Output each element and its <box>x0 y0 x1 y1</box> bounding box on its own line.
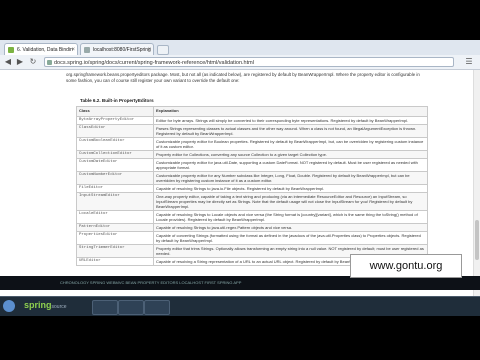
class-cell: PropertiesEditor <box>76 231 154 245</box>
explanation-cell: One-way property editor, capable of taki… <box>153 192 428 211</box>
page-favicon-icon <box>84 47 90 53</box>
explanation-cell: Capable of resolving Strings to java.uti… <box>153 223 428 232</box>
table-row: PropertiesEditor Capable of converting St… <box>76 231 428 245</box>
taskbar-item[interactable] <box>92 300 118 315</box>
class-cell: CustomCollectionEditor <box>76 150 154 159</box>
explanation-cell: Parses Strings representing classes to a… <box>153 124 428 138</box>
new-tab-button[interactable] <box>157 45 169 55</box>
close-icon[interactable]: × <box>71 44 75 55</box>
table-row: FileEditor Capable of resolving Strings t… <box>76 184 428 193</box>
page-info-icon <box>47 60 52 65</box>
table-caption: Table 6.2. Built-in PropertyEditors <box>80 98 154 103</box>
explanation-cell: Editor for byte arrays. Strings will sim… <box>153 116 428 125</box>
forward-icon[interactable]: ▶ <box>15 57 25 67</box>
wrench-menu-icon[interactable]: ☰ <box>464 57 474 67</box>
class-cell: StringTrimmerEditor <box>76 244 154 258</box>
table-row: ByteArrayPropertyEditor Editor for byte a… <box>76 116 428 125</box>
tab-strip: 6. Validation, Data Bindin × localhost:8… <box>0 40 480 56</box>
reload-icon[interactable]: ↻ <box>28 57 38 67</box>
address-text: docs.spring.io/spring/docs/current/sprin… <box>54 60 254 66</box>
logo-text: spring <box>24 300 52 310</box>
scrollbar-thumb[interactable] <box>475 220 479 260</box>
class-cell: InputStreamEditor <box>76 192 154 211</box>
table-row: CustomBooleanEditor Customizable property… <box>76 137 428 151</box>
class-cell: CustomDateEditor <box>76 158 154 172</box>
status-text: CHRONOLOGY SPRING WEBMVC BEAN PROPERTY E… <box>60 280 242 285</box>
table-row: CustomCollectionEditor Property editor fo… <box>76 150 428 159</box>
class-cell: LocaleEditor <box>76 210 154 224</box>
table-row: ClassEditor Parses Strings representing c… <box>76 124 428 138</box>
taskbar-item[interactable] <box>144 300 170 315</box>
class-cell: ByteArrayPropertyEditor <box>76 116 154 125</box>
class-cell: CustomBooleanEditor <box>76 137 154 151</box>
table-row: CustomNumberEditor Customizable property … <box>76 171 428 185</box>
start-button[interactable] <box>3 300 15 312</box>
spring-logo: springsource <box>24 300 67 310</box>
address-bar[interactable]: docs.spring.io/spring/docs/current/sprin… <box>44 57 454 67</box>
explanation-cell: Customizable property editor for any Num… <box>153 171 428 185</box>
table-body: ByteArrayPropertyEditor Editor for byte a… <box>76 116 428 266</box>
vertical-scrollbar[interactable] <box>473 70 480 296</box>
explanation-cell: Capable of resolving Strings to Locale o… <box>153 210 428 224</box>
back-icon[interactable]: ◀ <box>3 57 13 67</box>
property-editors-table: Class Explanation ByteArrayPropertyEdito… <box>76 106 428 266</box>
table-row: InputStreamEditor One-way property editor… <box>76 192 428 211</box>
explanation-cell: Property editor for Collections, convert… <box>153 150 428 159</box>
explanation-cell: Customizable property editor for Boolean… <box>153 137 428 151</box>
tab-localhost[interactable]: localhost:8080/FirstSpring × <box>80 43 154 55</box>
class-cell: PatternEditor <box>76 223 154 232</box>
table-row: LocaleEditor Capable of resolving Strings… <box>76 210 428 224</box>
explanation-cell: Capable of converting Strings (formatted… <box>153 231 428 245</box>
tab-label: localhost:8080/FirstSpring <box>93 47 151 53</box>
class-cell: FileEditor <box>76 184 154 193</box>
close-icon[interactable]: × <box>147 44 151 55</box>
browser-toolbar: ◀ ▶ ↻ docs.spring.io/spring/docs/current… <box>0 55 480 70</box>
video-status-bar: CHRONOLOGY SPRING WEBMVC BEAN PROPERTY E… <box>0 276 480 290</box>
column-header-class: Class <box>76 106 154 117</box>
watermark: www.gontu.org <box>350 254 462 278</box>
explanation-cell: Customizable property editor for java.ut… <box>153 158 428 172</box>
spring-favicon-icon <box>8 47 14 53</box>
table-row: PatternEditor Capable of resolving String… <box>76 223 428 232</box>
logo-sub: source <box>51 304 67 310</box>
class-cell: URLEditor <box>76 257 154 266</box>
table-header-row: Class Explanation <box>76 106 428 117</box>
table-row: CustomDateEditor Customizable property ed… <box>76 158 428 172</box>
class-cell: ClassEditor <box>76 124 154 138</box>
explanation-cell: Capable of resolving Strings to java.io.… <box>153 184 428 193</box>
class-cell: CustomNumberEditor <box>76 171 154 185</box>
intro-paragraph: org.springframework.beans.propertyeditor… <box>66 72 420 83</box>
tab-label: 6. Validation, Data Bindin <box>17 47 73 53</box>
tab-validation[interactable]: 6. Validation, Data Bindin × <box>4 43 78 55</box>
column-header-explanation: Explanation <box>153 106 428 117</box>
taskbar-item[interactable] <box>118 300 144 315</box>
taskbar: springsource <box>0 296 480 316</box>
